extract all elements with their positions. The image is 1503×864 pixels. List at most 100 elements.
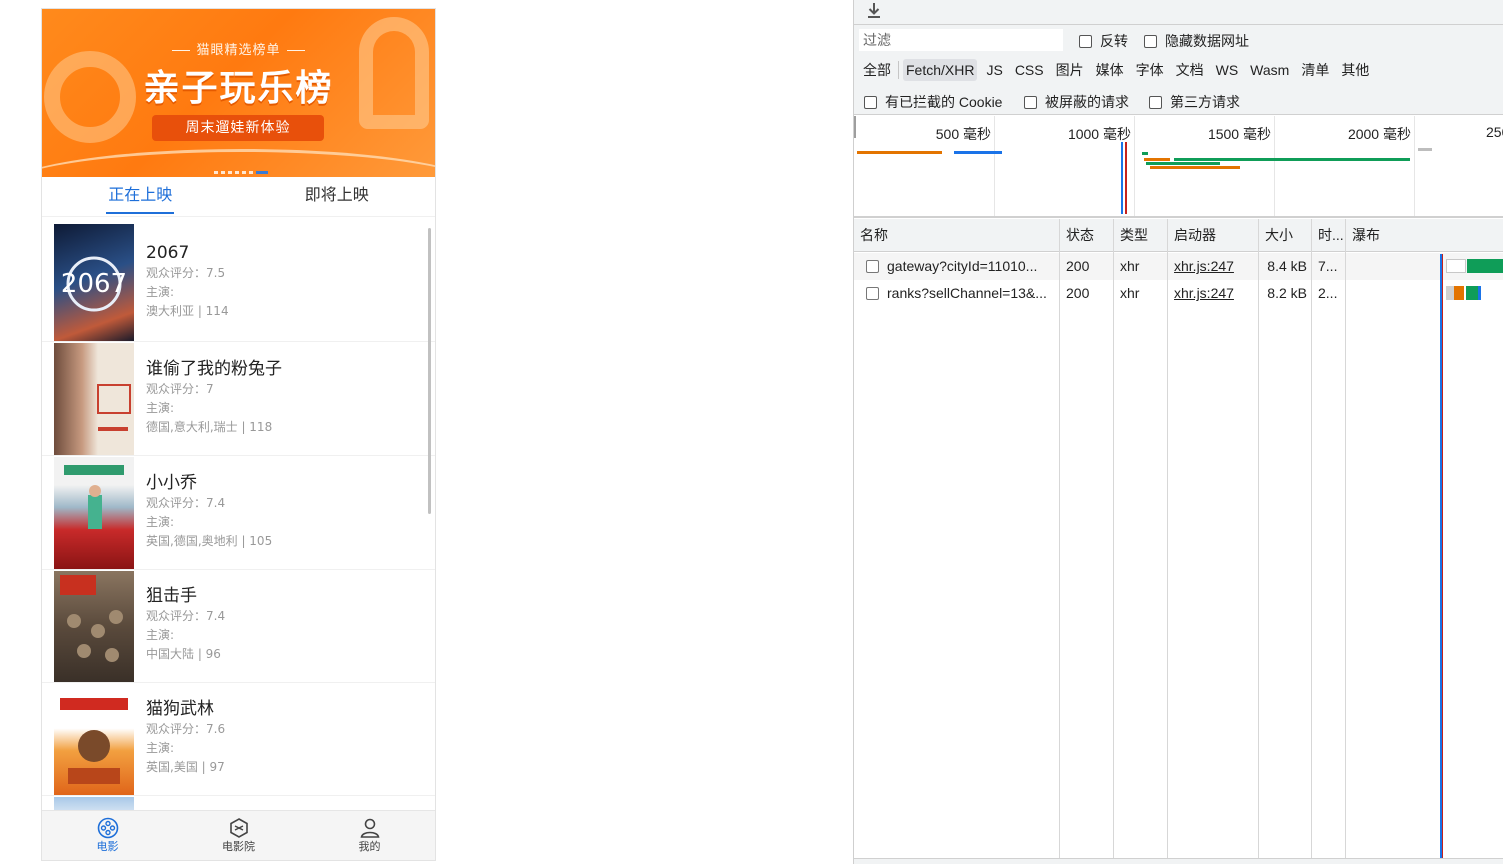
type-font[interactable]: 字体 [1133,59,1167,81]
carousel-dot[interactable] [242,171,246,174]
movie-poster[interactable] [54,571,134,682]
checkbox-box[interactable] [1024,95,1037,109]
carousel-dot[interactable] [249,171,253,174]
movie-item-partial[interactable] [42,796,435,810]
movie-actors: 主演: [146,628,175,642]
movie-item[interactable]: 猫狗武林 观众评分：7.6 主演: 英国,美国 | 97 [42,683,435,796]
carousel-indicator[interactable] [214,171,268,175]
type-doc[interactable]: 文档 [1173,59,1207,81]
filter-input[interactable] [859,29,1063,51]
movie-item[interactable]: 小小乔 观众评分：7.4 主演: 英国,德国,奥地利 | 105 [42,456,435,570]
type-ws[interactable]: WS [1213,59,1242,81]
movie-poster[interactable] [54,797,134,810]
overview-request-bar [1144,158,1170,161]
movie-actors: 主演: [146,401,175,415]
checkbox-box[interactable] [864,95,877,109]
nav-label: 我的 [358,840,381,853]
column-name[interactable]: 名称 [854,219,1059,252]
table-row[interactable]: gateway?cityId=11010... 200 xhr xhr.js:2… [854,253,1503,280]
movie-poster[interactable]: 2067 [54,224,134,341]
dom-content-loaded-line [1121,142,1123,214]
poster-art [97,384,131,431]
type-fetch-xhr[interactable]: Fetch/XHR [903,59,978,81]
column-divider[interactable] [1258,219,1259,864]
movie-title: 谁偷了我的粉兔子 [146,359,282,379]
type-js[interactable]: JS [983,59,1005,81]
promo-banner[interactable]: 猫眼精选榜单 亲子玩乐榜 周末遛娃新体验 [42,9,435,177]
tab-now-showing[interactable]: 正在上映 [42,177,239,216]
download-icon[interactable] [866,2,882,20]
third-party-checkbox[interactable]: 第三方请求 [1149,92,1240,112]
type-manifest[interactable]: 清单 [1298,59,1332,81]
poster-art [60,575,123,662]
column-divider[interactable] [1311,219,1312,864]
movie-meta: 英国,德国,奥地利 | 105 [146,534,273,548]
poster-art [64,465,124,529]
request-type-icon [866,260,879,273]
checkbox-box[interactable] [1149,95,1162,109]
request-initiator-link[interactable]: xhr.js:247 [1168,280,1258,307]
poster-art: 2067 [61,256,127,312]
column-size[interactable]: 大小 [1259,219,1311,252]
column-divider[interactable] [1113,219,1114,864]
request-initiator-link[interactable]: xhr.js:247 [1168,253,1258,280]
tab-active-underline [106,212,174,214]
column-waterfall[interactable]: 瀑布 [1346,219,1426,252]
movie-title: 小小乔 [146,473,197,493]
carousel-dot[interactable] [228,171,232,174]
waterfall-queue-bar [1446,286,1454,300]
carousel-dot[interactable] [235,171,239,174]
timeline-label: 1000 毫秒 [1067,126,1131,142]
checkbox-box[interactable] [1144,34,1157,48]
movie-item[interactable]: 2067 2067 观众评分：7.5 主演: 澳大利亚 | 114 [42,224,435,342]
hide-data-urls-checkbox[interactable]: 隐藏数据网址 [1144,31,1249,51]
column-time[interactable]: 时... [1312,219,1345,252]
column-status[interactable]: 状态 [1060,219,1113,252]
type-css[interactable]: CSS [1012,59,1047,81]
type-all[interactable]: 全部 [860,59,894,81]
movie-item[interactable]: 谁偷了我的粉兔子 观众评分：7 主演: 德国,意大利,瑞士 | 118 [42,342,435,456]
mobile-app-preview: 猫眼精选榜单 亲子玩乐榜 周末遛娃新体验 正在上映 即将上映 2067 2067… [41,8,436,861]
list-scrollbar[interactable] [428,228,431,514]
checkbox-box[interactable] [1079,34,1092,48]
nav-profile[interactable]: 我的 [304,811,435,860]
request-name[interactable]: ranks?sellChannel=13&... [881,280,1059,307]
invert-checkbox[interactable]: 反转 [1079,31,1128,51]
request-name[interactable]: gateway?cityId=11010... [881,253,1059,280]
load-event-line [1125,142,1127,214]
movie-poster[interactable] [54,343,134,455]
type-media[interactable]: 媒体 [1093,59,1127,81]
tab-coming-soon[interactable]: 即将上映 [239,177,436,216]
column-type[interactable]: 类型 [1114,219,1167,252]
type-img[interactable]: 图片 [1053,59,1087,81]
column-divider[interactable] [1345,219,1346,864]
type-other[interactable]: 其他 [1338,59,1372,81]
request-type: xhr [1120,285,1140,301]
movie-poster[interactable] [54,457,134,569]
blocked-cookies-checkbox[interactable]: 有已拦截的 Cookie [864,92,1002,112]
grid-line [1414,116,1415,216]
carousel-dot[interactable] [221,171,225,174]
carousel-dot-active[interactable] [256,171,268,174]
timeline-overview[interactable]: 500 毫秒 1000 毫秒 1500 毫秒 2000 毫秒 250 [854,116,1503,218]
column-divider[interactable] [1167,219,1168,864]
nav-cinemas[interactable]: 电影院 [173,811,304,860]
movie-actors: 主演: [146,285,175,299]
column-initiator[interactable]: 启动器 [1168,219,1258,252]
blocked-requests-checkbox[interactable]: 被屏蔽的请求 [1024,92,1129,112]
movie-poster[interactable] [54,684,134,795]
movie-info: 谁偷了我的粉兔子 观众评分：7 主演: 德国,意大利,瑞士 | 118 [146,358,282,437]
carousel-dot[interactable] [214,171,218,174]
nav-movies[interactable]: 电影 [42,811,173,860]
table-row[interactable]: ranks?sellChannel=13&... 200 xhr xhr.js:… [854,280,1503,307]
overview-selection-edge[interactable] [854,116,856,138]
movie-meta: 英国,美国 | 97 [146,760,225,774]
column-divider[interactable] [1059,219,1060,864]
type-wasm[interactable]: Wasm [1247,59,1292,81]
movie-meta: 中国大陆 | 96 [146,647,221,661]
movie-item[interactable]: 狙击手 观众评分：7.4 主演: 中国大陆 | 96 [42,570,435,683]
movie-title: 2067 [146,243,190,263]
movie-list[interactable]: 2067 2067 观众评分：7.5 主演: 澳大利亚 | 114 谁偷了我的粉… [42,224,435,810]
request-type: xhr [1120,258,1140,274]
checkbox-label: 有已拦截的 Cookie [885,94,1003,110]
